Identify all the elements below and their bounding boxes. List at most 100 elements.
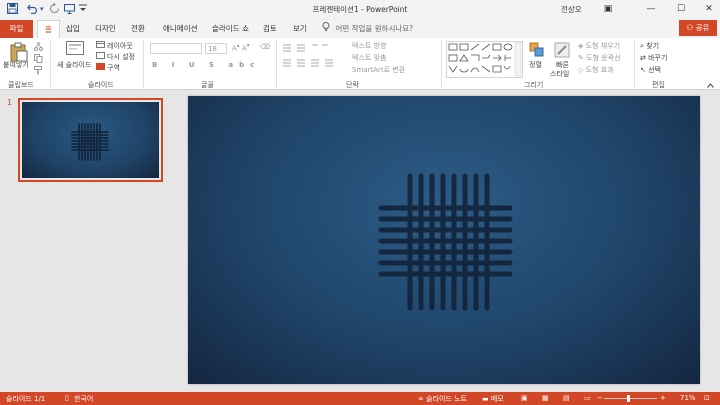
zoom-level[interactable]: 71%: [680, 394, 696, 402]
shape-outline-button[interactable]: ✎ 도형 윤곽선: [578, 53, 621, 63]
font-style-buttons[interactable]: B I U S abc: [152, 61, 260, 69]
group-label-slides: 슬라이드: [88, 81, 114, 89]
reset-icon: [96, 52, 105, 61]
group-label-editing: 편집: [652, 81, 665, 89]
font-size-box[interactable]: 18: [205, 43, 227, 54]
arrange-button[interactable]: 정렬: [529, 60, 542, 70]
tell-me-text: 어떤 작업을 원하시나요?: [335, 24, 414, 33]
tab-review[interactable]: 검토: [263, 20, 277, 38]
woven-grid-graphic[interactable]: [188, 96, 700, 384]
arrange-icon[interactable]: [529, 42, 545, 60]
tab-transitions[interactable]: 전환: [131, 20, 145, 38]
tab-slideshow[interactable]: 슬라이드 쇼: [212, 20, 249, 38]
reset-button[interactable]: 다시 설정: [107, 52, 135, 62]
slideshow-view-icon[interactable]: ▭: [584, 394, 591, 402]
group-separator: [143, 40, 144, 88]
slide-canvas[interactable]: [188, 96, 700, 384]
quick-styles-icon[interactable]: [554, 42, 570, 60]
shapes-gallery[interactable]: [446, 41, 523, 78]
user-name[interactable]: 전상오: [561, 4, 582, 15]
close-button[interactable]: ✕: [701, 2, 717, 16]
slide-editor: [175, 91, 720, 392]
group-separator: [276, 40, 277, 88]
smartart-button[interactable]: SmartArt로 변환: [352, 65, 405, 75]
tell-me-box[interactable]: 어떤 작업을 원하시나요?: [322, 20, 413, 37]
slide-thumbnail[interactable]: [18, 98, 163, 182]
reading-view-icon[interactable]: ▤: [563, 394, 570, 402]
grow-font-button[interactable]: A▴ A▾: [232, 43, 250, 52]
zoom-in-button[interactable]: +: [660, 394, 666, 402]
status-bar: 슬라이드 1/1 ▯ 한국어 ≐ 슬라이드 노트 ▬ 메모 ▣ ▦ ▤ ▭ − …: [0, 392, 720, 405]
language-indicator[interactable]: 한국어: [74, 394, 93, 404]
find-button[interactable]: ⌕ 찾기: [640, 41, 659, 51]
select-button[interactable]: ↖ 선택: [640, 65, 661, 75]
replace-button[interactable]: ⇄ 바꾸기: [640, 53, 667, 63]
thumbnail-preview: [22, 102, 159, 178]
comments-button[interactable]: ▬ 메모: [482, 394, 504, 404]
select-label: 선택: [648, 66, 661, 74]
layout-icon: [96, 41, 105, 50]
replace-label: 바꾸기: [648, 54, 668, 62]
share-button[interactable]: ⚇ 공유: [679, 20, 717, 36]
copy-icon[interactable]: [34, 54, 43, 65]
zoom-slider-track[interactable]: [604, 398, 657, 399]
section-icon: [96, 63, 105, 72]
fit-to-window-icon[interactable]: ⊡: [704, 394, 710, 402]
slide-number: 1: [7, 98, 13, 107]
spellcheck-icon[interactable]: ▯: [65, 394, 69, 402]
tab-insert[interactable]: 삽입: [66, 20, 80, 38]
tab-file[interactable]: 파일: [0, 20, 33, 38]
find-label: 찾기: [646, 42, 660, 50]
paste-button[interactable]: 붙여넣기: [3, 60, 29, 70]
shape-fill-button[interactable]: ◈ 도형 채우기: [578, 41, 620, 51]
tab-animations[interactable]: 애니메이션: [163, 20, 198, 38]
zoom-slider-thumb[interactable]: [627, 395, 630, 402]
lightbulb-icon: [322, 22, 330, 31]
font-name-box[interactable]: [150, 43, 202, 54]
layout-button[interactable]: 레이아웃: [107, 41, 133, 51]
text-direction-button[interactable]: 텍스트 방향: [352, 41, 386, 51]
comments-label: 메모: [490, 395, 504, 403]
shape-effects-label: 도형 효과: [585, 66, 614, 74]
shape-outline-label: 도형 윤곽선: [586, 54, 621, 62]
shape-fill-label: 도형 채우기: [585, 42, 621, 50]
align-text-button[interactable]: 텍스트 맞춤: [352, 53, 386, 63]
new-slide-button[interactable]: 새 슬라이드: [57, 60, 91, 70]
font-size-value: 18: [208, 45, 217, 53]
group-label-drawing: 그리기: [524, 81, 544, 89]
quick-styles-label-2[interactable]: 스타일: [550, 69, 569, 79]
normal-view-icon[interactable]: ▣: [521, 394, 528, 402]
group-label-font: 글꼴: [201, 81, 214, 89]
notes-label: 슬라이드 노트: [426, 395, 467, 403]
bullets-icon[interactable]: [282, 43, 342, 75]
tab-design[interactable]: 디자인: [95, 20, 116, 38]
effects-icon: ◇: [578, 66, 586, 74]
tab-view[interactable]: 보기: [293, 20, 307, 38]
slide-sorter-icon[interactable]: ▦: [542, 394, 549, 402]
restore-button[interactable]: ☐: [673, 2, 689, 16]
notes-button[interactable]: ≐ 슬라이드 노트: [418, 394, 467, 404]
section-button[interactable]: 구역: [107, 63, 120, 73]
comment-icon: ▬: [482, 395, 491, 403]
cursor-icon: ↖: [640, 66, 649, 74]
share-label: 공유: [695, 23, 710, 32]
group-separator: [441, 40, 442, 88]
paint-bucket-icon: ◈: [578, 42, 586, 50]
ribbon-home: 붙여넣기 클립보드 새 슬라이드 레이아웃 다시 설정 구역 슬라이드 18 A…: [0, 38, 720, 90]
ribbon-tabs: 파일 홈 삽입 디자인 전환 애니메이션 슬라이드 쇼 검토 보기 어떤 작업을…: [0, 20, 720, 38]
ribbon-display-options-icon[interactable]: ▣: [600, 2, 616, 16]
shape-effects-button[interactable]: ◇ 도형 효과: [578, 65, 614, 75]
replace-icon: ⇄: [640, 54, 649, 62]
minimize-button[interactable]: —: [643, 2, 659, 16]
format-painter-icon[interactable]: [34, 66, 43, 77]
thumbnail-grid-graphic: [71, 123, 109, 161]
tab-home[interactable]: 홈: [37, 20, 60, 38]
pen-icon: ✎: [578, 54, 587, 62]
cut-icon[interactable]: [34, 41, 43, 53]
collapse-ribbon-icon[interactable]: [707, 82, 714, 90]
slide-indicator: 슬라이드 1/1: [6, 395, 46, 403]
clear-formatting-icon[interactable]: ⌫: [260, 43, 270, 51]
zoom-out-button[interactable]: −: [597, 394, 603, 402]
group-label-clipboard: 클립보드: [8, 81, 34, 89]
new-slide-icon[interactable]: [66, 41, 84, 57]
